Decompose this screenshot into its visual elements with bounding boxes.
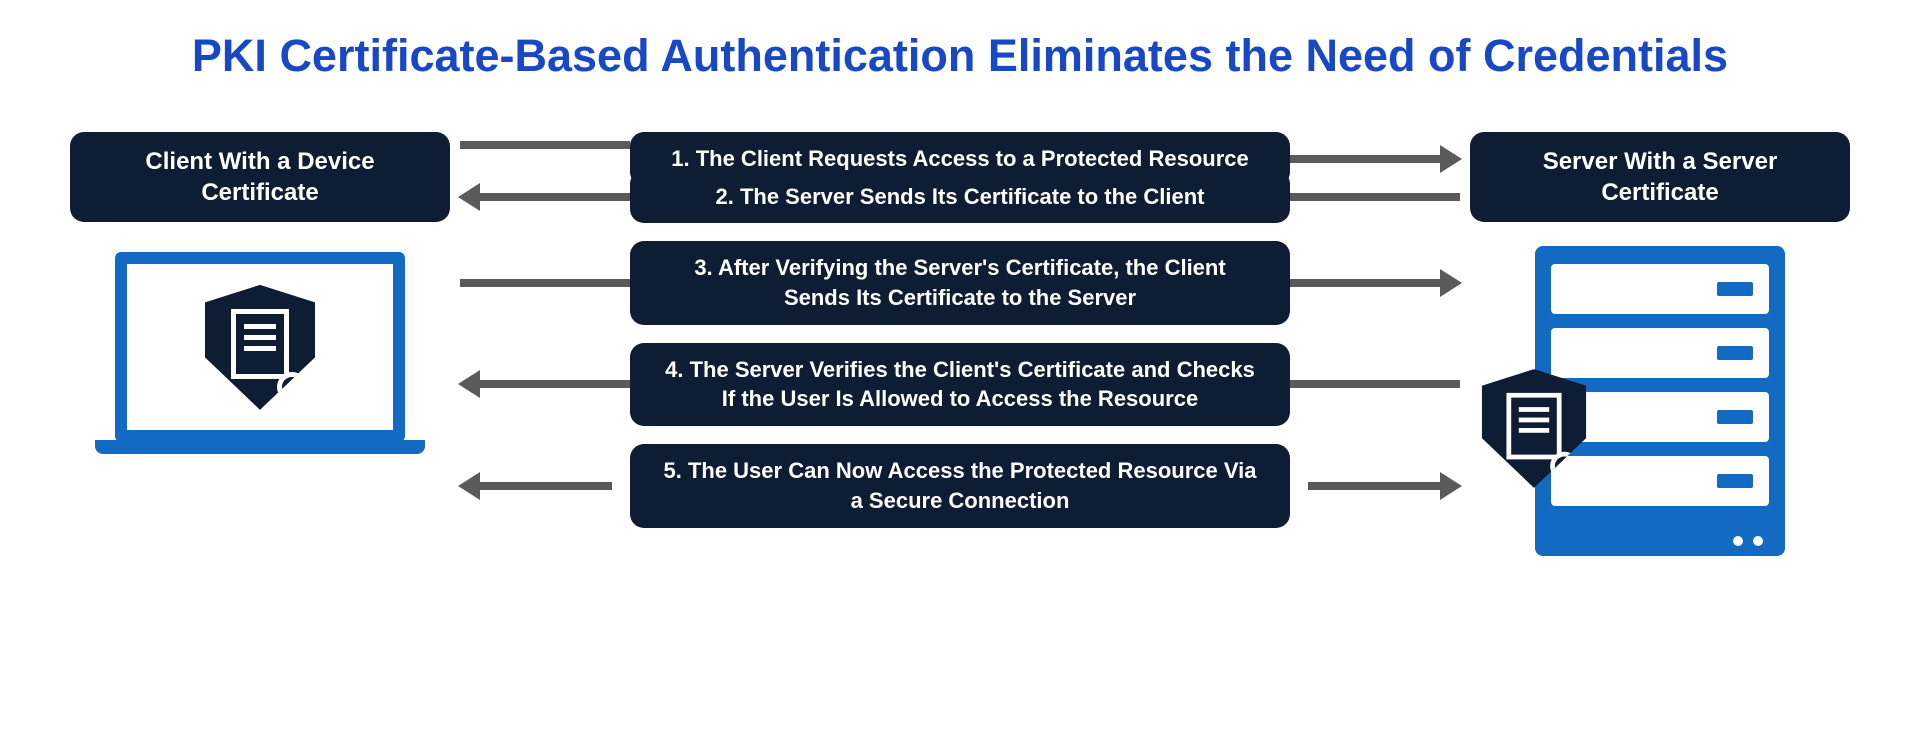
- laptop-screen: [115, 252, 405, 442]
- step-row-3: 3. After Verifying the Server's Certific…: [460, 241, 1460, 324]
- arrow-tail-icon: [460, 276, 630, 290]
- client-column: Client With a Device Certificate: [70, 132, 450, 454]
- step-4: 4. The Server Verifies the Client's Cert…: [630, 343, 1290, 426]
- arrow-right-icon: [1290, 152, 1460, 166]
- arrow-both-icon: [460, 479, 630, 493]
- arrow-left-icon: [460, 190, 630, 204]
- steps-column: 1. The Client Requests Access to a Prote…: [450, 132, 1470, 528]
- step-row-5: 5. The User Can Now Access the Protected…: [460, 444, 1460, 527]
- step-3: 3. After Verifying the Server's Certific…: [630, 241, 1290, 324]
- arrow-left-icon: [460, 377, 630, 391]
- arrow-right-icon: [1290, 276, 1460, 290]
- server-icon: [1535, 246, 1785, 556]
- certificate-shield-icon: [1482, 370, 1587, 489]
- page-title: PKI Certificate-Based Authentication Eli…: [40, 30, 1880, 82]
- step-row-4: 4. The Server Verifies the Client's Cert…: [460, 343, 1460, 426]
- client-label: Client With a Device Certificate: [70, 132, 450, 222]
- step-2: 2. The Server Sends Its Certificate to t…: [630, 170, 1290, 224]
- laptop-icon: [95, 252, 425, 454]
- arrow-tail-icon: [1290, 377, 1460, 391]
- server-rack-unit: [1551, 264, 1769, 314]
- arrow-tail-icon: [460, 138, 630, 152]
- server-column: Server With a Server Certificate: [1470, 132, 1850, 556]
- certificate-shield-icon: [205, 285, 315, 410]
- server-status-lights: [1733, 536, 1763, 546]
- pki-auth-diagram: Client With a Device Certificate 1. The …: [40, 132, 1880, 556]
- arrow-tail-icon: [1290, 190, 1460, 204]
- step-row-1b: [460, 138, 1460, 152]
- step-row-2: 2. The Server Sends Its Certificate to t…: [460, 170, 1460, 224]
- server-label: Server With a Server Certificate: [1470, 132, 1850, 222]
- step-5: 5. The User Can Now Access the Protected…: [630, 444, 1290, 527]
- laptop-base: [95, 440, 425, 454]
- arrow-both-icon: [1290, 479, 1460, 493]
